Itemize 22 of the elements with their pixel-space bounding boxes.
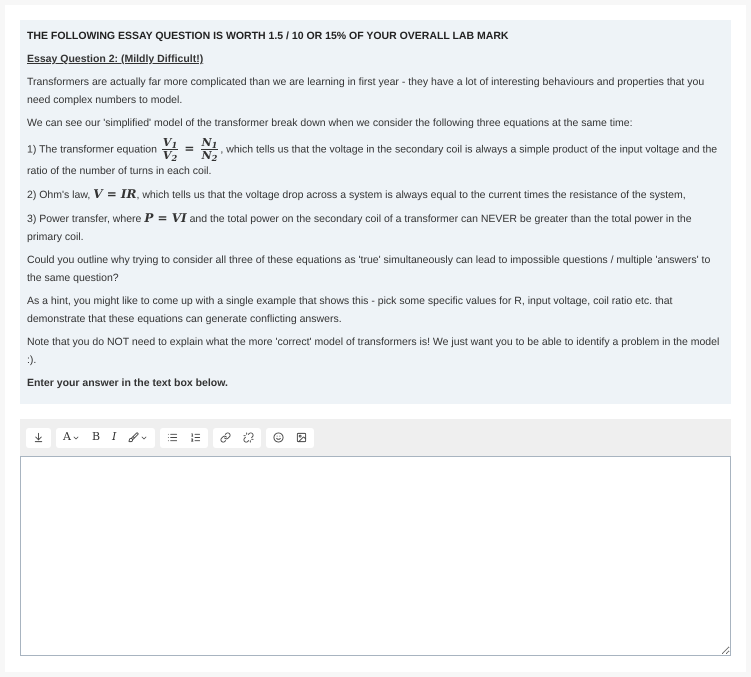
bold-button[interactable]: B — [86, 428, 106, 448]
instruction-text: Enter your answer in the text box below. — [27, 376, 229, 391]
link-icon — [220, 432, 232, 443]
bullet-list-icon — [167, 432, 178, 443]
question-paragraph: 3) Power transfer, where P = VI and the total power on the secondary coil of a transformer can NEVER be greater than the total power in the primary coil. — [27, 210, 693, 245]
question-paragraph: As a hint, you might like to come up with a single example that shows this - pick some specific values for R, input voltage, coil ratio etc. that demonstrate that these equations can generate conflicting answers. — [27, 294, 674, 327]
toggle-toolbar-icon — [33, 432, 44, 443]
question-paragraph: 2) Ohm's law, V = IR, which tells us that the voltage drop across a system is always equal to the current times the resistance of the system, — [27, 186, 687, 203]
question-paragraph: We can see our 'simplified' model of the transformer break down when we consider the following three equations at the same time: — [27, 116, 634, 131]
question-paragraph: Note that you do NOT need to explain what the more 'correct' model of transformers is! We just want you to be able to identify a problem in the model :). — [27, 335, 720, 368]
answer-field[interactable] — [20, 456, 731, 656]
emoji-icon — [273, 432, 284, 443]
numbered-list-icon — [190, 432, 202, 443]
unlink-icon — [243, 432, 254, 443]
italic-button[interactable]: I — [106, 428, 122, 448]
brush-icon — [128, 432, 140, 443]
question-paragraph: Transformers are actually far more complicated than we are learning in first year - they have a lot of interesting behaviours and properties that you need complex numbers to model. — [27, 75, 706, 108]
question-heading: THE FOLLOWING ESSAY QUESTION IS WORTH 1.5 / 10 OR 15% OF YOUR OVERALL LAB MARK — [27, 29, 510, 44]
question-paragraph: Could you outline why trying to consider all three of these equations as 'true' simultaneously can lead to impossible questions / multiple 'answers' to the same question? — [27, 253, 712, 286]
question-title: Essay Question 2: (Mildly Difficult!) — [27, 52, 204, 67]
font-color-button[interactable]: A — [57, 428, 86, 448]
image-icon — [296, 432, 308, 443]
